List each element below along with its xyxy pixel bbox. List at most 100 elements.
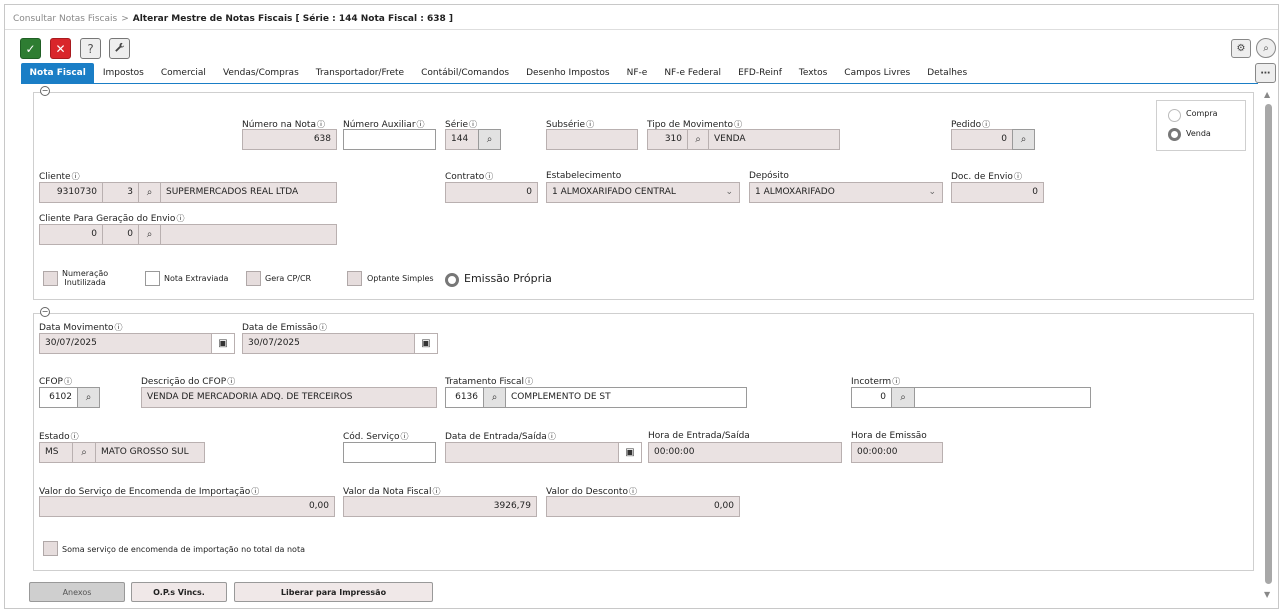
label-hora-entrada-saida: Hora de Entrada/Saída — [648, 431, 750, 441]
confirm-button[interactable]: ✓ — [20, 38, 41, 59]
tab-textos[interactable]: Textos — [790, 63, 835, 83]
valor-desconto-field[interactable]: 0,00 — [546, 496, 740, 517]
numeracao-inutilizada-checkbox[interactable] — [43, 271, 58, 286]
tab-nfe[interactable]: NF-e — [618, 63, 656, 83]
vertical-scrollbar[interactable]: ▲ ▼ — [1263, 90, 1274, 603]
scrollbar-thumb[interactable] — [1265, 104, 1272, 584]
label-deposito: Depósito — [749, 171, 789, 181]
compra-radio[interactable] — [1168, 109, 1181, 122]
collapse-section-1-icon[interactable]: − — [40, 86, 50, 96]
info-icon: ⓘ — [63, 377, 72, 386]
serie-field[interactable]: 144 — [445, 129, 479, 150]
info-icon: ⓘ — [525, 377, 534, 386]
search-button[interactable]: ⌕ — [1256, 38, 1276, 58]
pedido-field[interactable]: 0 — [951, 129, 1013, 150]
tab-vendas-compras[interactable]: Vendas/Compras — [214, 63, 307, 83]
scroll-down-icon[interactable]: ▼ — [1264, 590, 1270, 599]
label-estabelecimento: Estabelecimento — [546, 171, 622, 181]
chevron-down-icon: ⌄ — [928, 187, 936, 197]
cliente-seq-field[interactable]: 3 — [102, 182, 139, 203]
doc-envio-field[interactable]: 0 — [951, 182, 1044, 203]
tratamento-fiscal-search-button[interactable]: ⌕ — [483, 387, 506, 408]
anexos-button[interactable]: Anexos — [29, 582, 125, 602]
cliente-search-button[interactable]: ⌕ — [138, 182, 161, 203]
cfop-search-button[interactable]: ⌕ — [77, 387, 100, 408]
numero-nota-field[interactable]: 638 — [242, 129, 337, 150]
valor-nota-field[interactable]: 3926,79 — [343, 496, 537, 517]
label-doc-envio: Doc. de Envioⓘ — [951, 172, 1022, 182]
breadcrumb-current: Alterar Mestre de Notas Fiscais [ Série … — [132, 14, 453, 24]
cliente-envio-code-field[interactable]: 0 — [39, 224, 103, 245]
breadcrumb: Consultar Notas Fiscais > Alterar Mestre d… — [13, 14, 453, 24]
valor-servico-importacao-field[interactable]: 0,00 — [39, 496, 335, 517]
nota-extraviada-checkbox[interactable] — [145, 271, 160, 286]
more-button[interactable]: ⋯ — [1255, 63, 1276, 83]
gera-cp-cr-label: Gera CP/CR — [265, 274, 312, 283]
liberar-impressao-button[interactable]: Liberar para Impressão — [234, 582, 433, 602]
estado-code-field[interactable]: MS — [39, 442, 73, 463]
tipo-movimento-search-button[interactable]: ⌕ — [687, 129, 709, 150]
soma-servico-checkbox[interactable] — [43, 541, 58, 556]
info-icon: ⓘ — [547, 432, 556, 441]
info-icon: ⓘ — [251, 487, 260, 496]
tab-detalhes[interactable]: Detalhes — [919, 63, 976, 83]
cfop-field[interactable]: 6102 — [39, 387, 78, 408]
pedido-search-button[interactable]: ⌕ — [1012, 129, 1035, 150]
chevron-down-icon: ⌄ — [725, 187, 733, 197]
cliente-envio-seq-field[interactable]: 0 — [102, 224, 139, 245]
breadcrumb-parent[interactable]: Consultar Notas Fiscais — [13, 14, 117, 24]
tab-nfe-federal[interactable]: NF-e Federal — [656, 63, 730, 83]
cancel-button[interactable]: ✕ — [50, 38, 71, 59]
tab-comercial[interactable]: Comercial — [152, 63, 214, 83]
tab-underline — [21, 83, 1258, 84]
tab-campos-livres[interactable]: Campos Livres — [836, 63, 919, 83]
collapse-section-2-icon[interactable]: − — [40, 307, 50, 317]
tab-desenho-impostos[interactable]: Desenho Impostos — [518, 63, 619, 83]
deposito-select[interactable]: 1 ALMOXARIFADO ⌄ — [749, 182, 943, 203]
venda-radio[interactable] — [1168, 128, 1181, 141]
tools-button[interactable] — [109, 38, 130, 59]
tab-efd-reinf[interactable]: EFD-Reinf — [730, 63, 791, 83]
cod-servico-field[interactable] — [343, 442, 436, 463]
estado-search-button[interactable]: ⌕ — [72, 442, 96, 463]
label-data-emissao: Data de Emissãoⓘ — [242, 323, 327, 333]
search-icon: ⌕ — [900, 392, 906, 403]
data-entrada-saida-field[interactable] — [445, 442, 619, 463]
cliente-envio-name-field — [160, 224, 337, 245]
gear-icon: ⚙ — [1236, 43, 1246, 54]
hora-entrada-saida-field[interactable]: 00:00:00 — [648, 442, 842, 463]
ops-vincs-button[interactable]: O.P.s Vincs. — [131, 582, 227, 602]
estabelecimento-select[interactable]: 1 ALMOXARIFADO CENTRAL ⌄ — [546, 182, 740, 203]
hora-emissao-field[interactable]: 00:00:00 — [851, 442, 943, 463]
data-entrada-saida-calendar-button[interactable]: ▣ — [618, 442, 642, 463]
data-movimento-calendar-button[interactable]: ▣ — [211, 333, 235, 354]
incoterm-search-button[interactable]: ⌕ — [891, 387, 915, 408]
serie-search-button[interactable]: ⌕ — [478, 129, 501, 150]
ellipsis-icon: ⋯ — [1260, 67, 1271, 79]
subserie-field[interactable] — [546, 129, 638, 150]
tab-impostos[interactable]: Impostos — [94, 63, 152, 83]
data-movimento-field[interactable]: 30/07/2025 — [39, 333, 212, 354]
cliente-envio-search-button[interactable]: ⌕ — [138, 224, 161, 245]
data-emissao-field[interactable]: 30/07/2025 — [242, 333, 415, 354]
optante-simples-checkbox[interactable] — [347, 271, 362, 286]
emissao-propria-radio[interactable] — [445, 273, 459, 287]
contrato-field[interactable]: 0 — [445, 182, 538, 203]
tipo-movimento-code-field[interactable]: 310 — [647, 129, 688, 150]
numero-auxiliar-field[interactable] — [343, 129, 436, 150]
help-button[interactable]: ? — [80, 38, 101, 59]
tratamento-fiscal-desc-field: COMPLEMENTO DE ST — [505, 387, 747, 408]
incoterm-field[interactable]: 0 — [851, 387, 892, 408]
gera-cp-cr-checkbox[interactable] — [246, 271, 261, 286]
cliente-code-field[interactable]: 9310730 — [39, 182, 103, 203]
tab-nota-fiscal[interactable]: Nota Fiscal — [21, 63, 95, 83]
scroll-up-icon[interactable]: ▲ — [1264, 90, 1270, 99]
settings-button[interactable]: ⚙ — [1231, 39, 1251, 58]
label-incoterm: Incotermⓘ — [851, 377, 901, 387]
info-icon: ⓘ — [734, 120, 743, 129]
data-emissao-calendar-button[interactable]: ▣ — [414, 333, 438, 354]
tratamento-fiscal-code-field[interactable]: 6136 — [445, 387, 484, 408]
label-descricao-cfop: Descrição do CFOPⓘ — [141, 377, 236, 387]
tab-transportador-frete[interactable]: Transportador/Frete — [307, 63, 412, 83]
tab-contabil-comandos[interactable]: Contábil/Comandos — [413, 63, 518, 83]
